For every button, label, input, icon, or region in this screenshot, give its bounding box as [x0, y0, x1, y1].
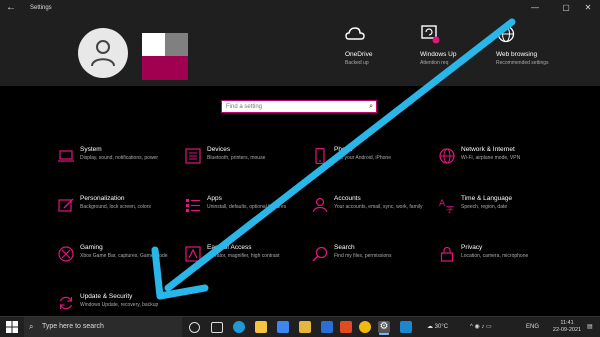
notification-icon[interactable]: ▤: [587, 317, 593, 337]
file-explorer-icon[interactable]: [255, 321, 267, 333]
weather-temperature: 30°C: [434, 324, 449, 330]
dropbox-icon[interactable]: [277, 321, 289, 333]
clock-time: 11:41: [560, 320, 574, 326]
cortana-icon[interactable]: [189, 322, 200, 333]
taskbar-search-placeholder: Type here to search: [42, 323, 104, 330]
settings-icon[interactable]: ⚙: [378, 321, 390, 333]
taskbar-clock[interactable]: 11:41 22-09-2021: [552, 320, 582, 334]
taskbar-search-box[interactable]: ⌕ Type here to search: [24, 317, 182, 337]
search-icon: ⌕: [29, 322, 34, 331]
task-view-icon[interactable]: [211, 322, 223, 333]
mail-icon[interactable]: [321, 321, 333, 333]
office-icon[interactable]: [340, 321, 352, 333]
file-explorer-icon[interactable]: [299, 321, 311, 333]
chrome-icon[interactable]: [359, 321, 371, 333]
vscode-icon[interactable]: [400, 321, 412, 333]
clock-date: 22-09-2021: [552, 327, 582, 333]
language-indicator[interactable]: ENG: [526, 317, 539, 337]
annotation-arrow: [151, 18, 516, 300]
edge-icon[interactable]: [233, 321, 245, 333]
taskbar: ⌕ Type here to search ⚙ ☁ 30°C ^ ◉ ♪ ▭ E…: [0, 316, 600, 337]
tray-icons[interactable]: ^ ◉ ♪ ▭: [470, 317, 492, 337]
weather-widget[interactable]: ☁ 30°C: [427, 317, 448, 337]
windows-start-icon[interactable]: [6, 321, 18, 333]
